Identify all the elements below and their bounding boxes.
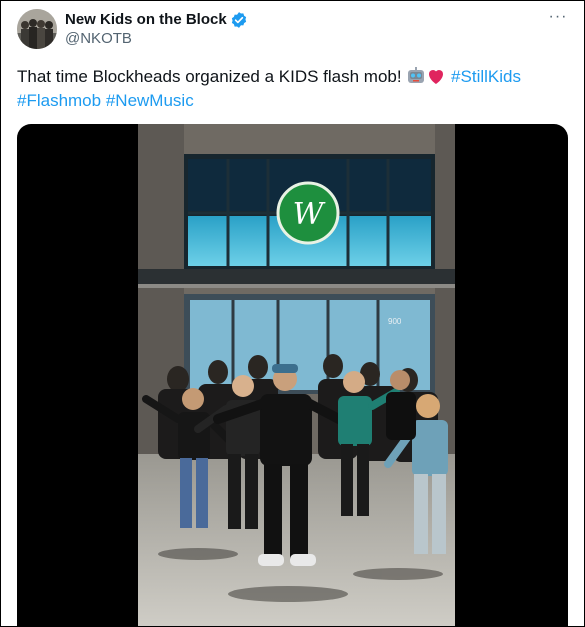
display-name[interactable]: New Kids on the Block xyxy=(65,10,227,29)
verified-badge-icon xyxy=(231,11,246,28)
hashtag-flashmob[interactable]: #Flashmob xyxy=(17,91,101,110)
red-heart-icon xyxy=(429,70,444,84)
tweet-card: New Kids on the Block @NKOTB ··· That ti… xyxy=(0,0,585,627)
tweet-header: New Kids on the Block @NKOTB ··· xyxy=(17,9,570,51)
more-horizontal-icon[interactable]: ··· xyxy=(546,9,570,33)
avatar[interactable] xyxy=(17,9,57,49)
video-frame: W 900 xyxy=(138,124,455,626)
author-names: New Kids on the Block @NKOTB xyxy=(65,10,248,49)
hashtag-newmusic[interactable]: #NewMusic xyxy=(106,91,194,110)
robot-face-icon xyxy=(408,67,425,83)
handle[interactable]: @NKOTB xyxy=(65,29,248,49)
tweet-text: That time Blockheads organized a KIDS fl… xyxy=(17,65,557,113)
svg-text:W: W xyxy=(293,197,326,232)
group-photo-icon xyxy=(17,9,57,49)
video-player[interactable]: W 900 xyxy=(17,124,568,626)
hashtag-stillkids[interactable]: #StillKids xyxy=(451,67,521,86)
tweet-text-body: That time Blockheads organized a KIDS fl… xyxy=(17,67,407,86)
flash-mob-scene: W 900 xyxy=(138,124,455,626)
store-number: 900 xyxy=(388,317,402,326)
